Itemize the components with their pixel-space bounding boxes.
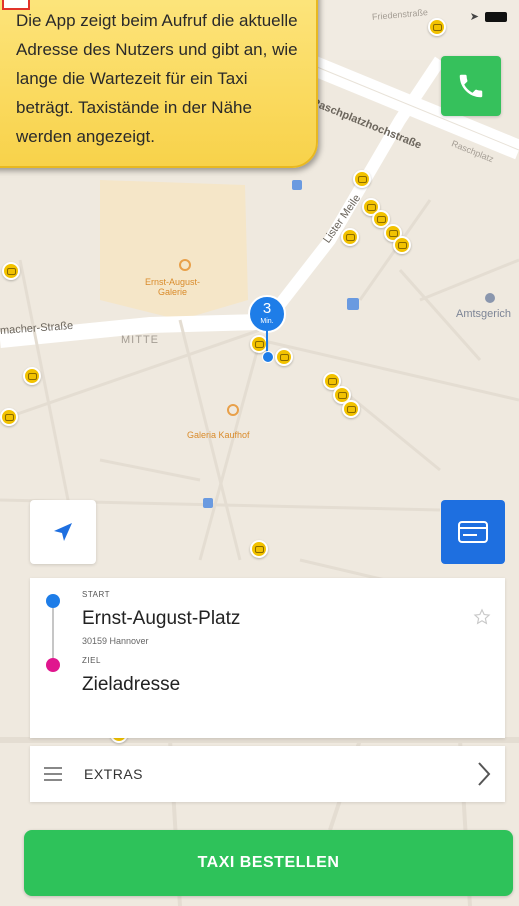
start-city: 30159 Hannover <box>82 636 149 646</box>
wait-time-value: 3 <box>262 300 272 317</box>
start-address[interactable]: Ernst-August-Platz <box>82 608 240 630</box>
destination-dot-icon <box>46 658 60 672</box>
taxi-marker[interactable] <box>250 540 268 558</box>
destination-label: ZIEL <box>82 656 101 665</box>
credit-card-icon <box>458 521 488 543</box>
order-taxi-button[interactable]: TAXI BESTELLEN <box>24 830 513 896</box>
wait-time-badge: 3 Min. <box>248 295 286 333</box>
wait-time-unit: Min. <box>260 318 274 325</box>
navigation-arrow-icon <box>54 523 72 541</box>
route-connector <box>52 608 54 658</box>
taxi-marker[interactable] <box>342 400 360 418</box>
call-button[interactable] <box>441 56 501 116</box>
taxi-marker[interactable] <box>2 262 20 280</box>
info-callout: Die App zeigt beim Aufruf die aktuelle A… <box>0 0 318 168</box>
district-label-mitte: MITTE <box>121 334 159 346</box>
chevron-right-icon <box>478 762 491 786</box>
location-arrow-icon: ➤ <box>469 11 479 23</box>
route-panel: START Ernst-August-Platz 30159 Hannover … <box>30 578 505 738</box>
status-bar: ➤ <box>470 10 507 23</box>
poi-label-galeria-kaufhof: Galeria Kaufhof <box>187 430 250 440</box>
favorite-star-icon[interactable] <box>473 608 491 626</box>
location-dot <box>262 351 274 363</box>
taxi-marker[interactable] <box>0 408 18 426</box>
taxi-marker[interactable] <box>393 236 411 254</box>
start-label: START <box>82 590 110 599</box>
callout-text: Die App zeigt beim Aufruf die aktuelle A… <box>16 11 298 146</box>
payment-card-button[interactable] <box>441 500 505 564</box>
destination-address[interactable]: Zieladresse <box>82 674 180 696</box>
taxi-marker[interactable] <box>23 367 41 385</box>
extras-button[interactable]: EXTRAS <box>30 746 505 802</box>
locate-me-button[interactable] <box>30 500 96 564</box>
extras-label: EXTRAS <box>84 766 144 782</box>
taxi-marker[interactable] <box>341 228 359 246</box>
phone-icon <box>459 74 483 98</box>
current-location-pin[interactable]: 3 Min. <box>248 295 288 367</box>
battery-icon <box>485 11 507 22</box>
callout-badge <box>2 0 30 10</box>
start-dot-icon <box>46 594 60 608</box>
poi-label-ernst-august-galerie: Ernst-August- Galerie <box>145 277 201 297</box>
taxi-marker[interactable] <box>353 170 371 188</box>
taxi-marker[interactable] <box>428 18 446 36</box>
pin-stem <box>266 331 268 353</box>
poi-label-amtsgericht: Amtsgerich <box>456 308 512 320</box>
menu-lines-icon <box>44 767 62 781</box>
